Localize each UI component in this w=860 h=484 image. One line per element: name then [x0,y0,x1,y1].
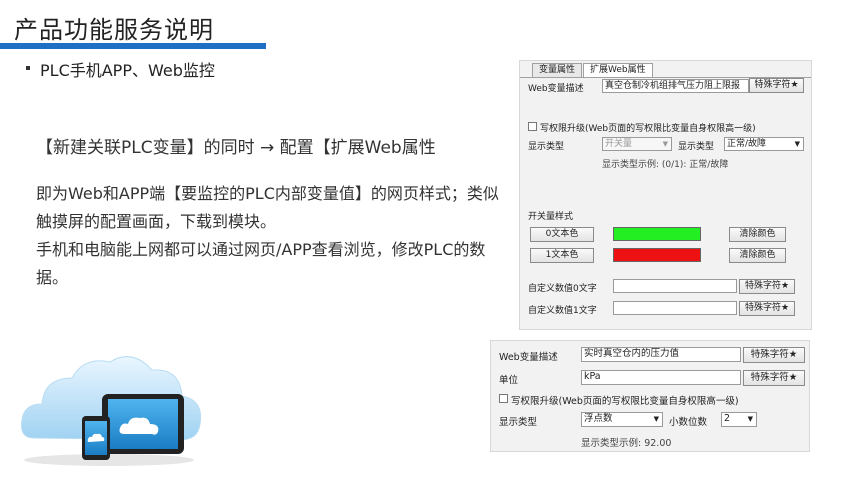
special-char-button-custom1[interactable]: 特殊字符★ [739,301,795,316]
cloud-devices-icon [21,356,202,466]
tab-variable-properties[interactable]: 变量属性 [532,63,583,77]
off-color-swatch[interactable] [613,248,701,262]
web-attribute-panel-float: Web变量描述 实时真空仓内的压力值 特殊字符★ 单位 kPa 特殊字符★ 写权… [490,340,810,452]
write-upgrade-checkbox[interactable] [528,122,537,131]
text0-color-button[interactable]: 0文本色 [530,227,594,242]
web-desc-input-b[interactable]: 实时真空仓内的压力值 [581,347,741,362]
display-type-value: 开关量 [605,139,633,149]
clear-color-button-1[interactable]: 清除颜色 [729,248,786,263]
bullet-text: PLC手机APP、Web监控 [40,61,215,80]
web-desc-input[interactable]: 真空仓制冷机组排气压力阻上限报 [602,79,749,93]
web-desc-label: Web变量描述 [528,84,584,94]
chevron-down-icon: ▼ [747,415,753,423]
description-paragraph-1: 即为Web和APP端【要监控的PLC内部变量值】的网页样式；类似触摸屏的配置画面… [36,184,499,231]
custom0-label: 自定义数值0文字 [528,284,597,294]
custom0-input[interactable] [613,279,737,293]
chevron-down-icon: ▼ [653,415,659,423]
switch-style-label: 开关量样式 [528,212,574,222]
display-example-text-b: 显示类型示例: 92.00 [581,438,672,449]
tab-bar: 变量属性 扩展Web属性 [532,63,654,77]
decimals-select[interactable]: 2 ▼ [721,412,757,427]
text1-color-button[interactable]: 1文本色 [530,248,594,263]
write-upgrade-checkbox-b[interactable] [499,394,508,403]
custom1-label: 自定义数值1文字 [528,306,597,316]
write-upgrade-label: 写权限升级(Web页面的写权限比变量自身权限高一级) [540,124,756,134]
chevron-down-icon: ▼ [662,140,668,148]
custom1-input[interactable] [613,301,737,315]
chevron-down-icon: ▼ [794,140,800,148]
web-attribute-panel-switch: 变量属性 扩展Web属性 Web变量描述 真空仓制冷机组排气压力阻上限报 特殊字… [519,60,812,330]
display-type-value-b: 浮点数 [584,413,613,424]
decimals-label: 小数位数 [669,417,708,428]
display-type2-label: 显示类型 [678,142,715,152]
bullet-item: PLC手机APP、Web监控 [26,57,215,81]
unit-input[interactable]: kPa [581,370,741,385]
slide-title: 产品功能服务说明 [14,16,214,44]
title-underline [0,43,266,49]
clear-color-button-0[interactable]: 清除颜色 [729,227,786,242]
tab-extended-web-properties[interactable]: 扩展Web属性 [583,63,653,77]
description-paragraph-2: 手机和电脑能上网都可以通过网页/APP查看浏览，修改PLC的数据。 [36,240,486,287]
web-desc-label-b: Web变量描述 [499,352,558,363]
special-char-button-custom0[interactable]: 特殊字符★ [739,279,795,294]
display-type2-select[interactable]: 正常/故障 ▼ [724,137,804,151]
display-type-label: 显示类型 [528,142,565,152]
headline-text: 【新建关联PLC变量】的同时 → 配置【扩展Web属性 [36,138,436,158]
bullet-dot-icon [26,65,30,70]
special-char-button-unit[interactable]: 特殊字符★ [743,370,805,386]
display-type-select[interactable]: 开关量 ▼ [602,137,672,151]
write-upgrade-label-b: 写权限升级(Web页面的写权限比变量自身权限高一级) [511,396,739,407]
display-type2-value: 正常/故障 [727,139,767,149]
special-char-button-b[interactable]: 特殊字符★ [743,347,805,363]
decimals-value: 2 [724,413,731,424]
display-type-label-b: 显示类型 [499,417,538,428]
display-example-text: 显示类型示例: (0/1): 正常/故障 [602,160,729,170]
on-color-swatch[interactable] [613,227,701,241]
unit-label: 单位 [499,375,519,386]
display-type-select-b[interactable]: 浮点数 ▼ [581,412,663,427]
special-char-button[interactable]: 特殊字符★ [749,78,804,93]
